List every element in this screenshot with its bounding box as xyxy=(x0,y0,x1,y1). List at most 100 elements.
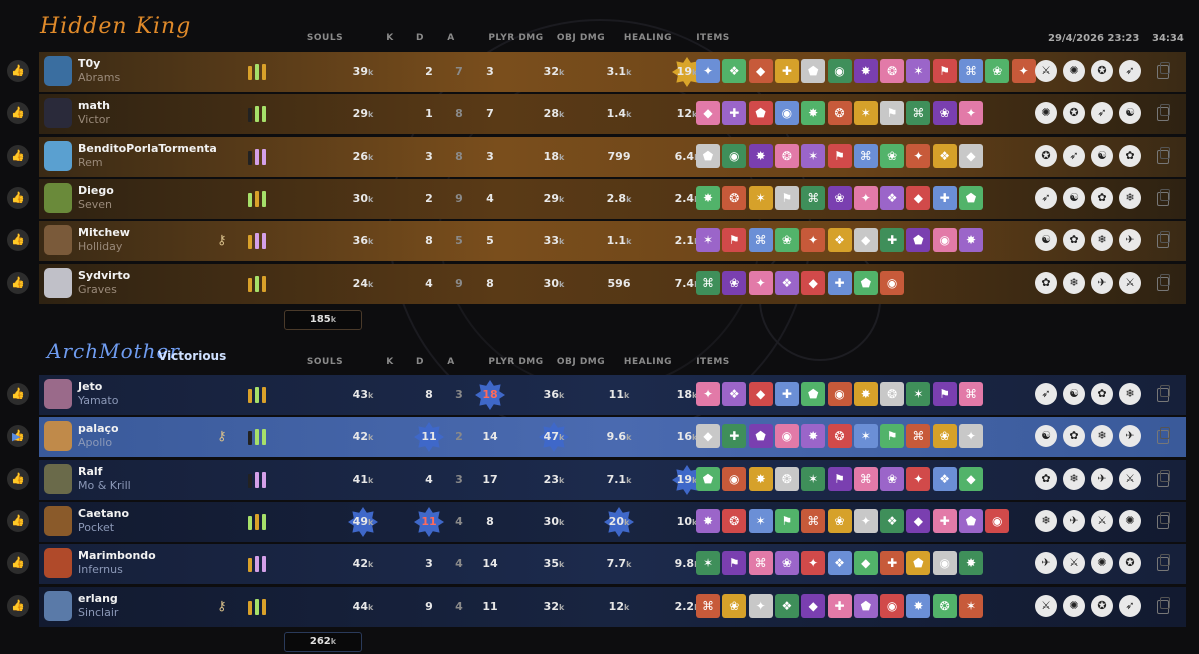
item-slot-icon[interactable]: ✸ xyxy=(959,551,983,576)
player-name[interactable]: Diego xyxy=(78,184,114,197)
player-row[interactable]: 👍MarimbondoInfernus42k341435k7.7k9.8k✶⚑⌘… xyxy=(7,544,1186,585)
item-slot-icon[interactable]: ✦ xyxy=(959,424,983,449)
item-slot-icon[interactable]: ✦ xyxy=(1011,59,1036,83)
item-slot-icon[interactable]: ❖ xyxy=(880,185,905,210)
item-slot-icon[interactable]: ◉ xyxy=(985,508,1010,533)
ability-icon[interactable]: ❄ xyxy=(1119,186,1141,209)
item-slot-icon[interactable]: ✦ xyxy=(853,508,878,533)
ability-icon[interactable]: ➶ xyxy=(1119,594,1141,617)
ability-icon[interactable]: ❄ xyxy=(1091,229,1113,252)
item-slot-icon[interactable]: ❖ xyxy=(827,228,852,253)
item-slot-icon[interactable]: ✸ xyxy=(696,185,720,210)
item-slot-icon[interactable]: ❀ xyxy=(985,59,1010,83)
item-slot-icon[interactable]: ⬟ xyxy=(959,185,983,210)
player-name[interactable]: Sydvirto xyxy=(78,269,130,282)
copy-icon[interactable] xyxy=(1157,596,1170,614)
item-slot-icon[interactable]: ◆ xyxy=(696,424,720,449)
player-name[interactable]: Mitchew xyxy=(78,226,130,239)
ability-icon[interactable]: ✈ xyxy=(1091,467,1113,490)
ability-icon[interactable]: ☯ xyxy=(1035,425,1057,448)
item-slot-icon[interactable]: ✸ xyxy=(801,424,826,449)
item-slot-icon[interactable]: ❖ xyxy=(827,551,852,576)
item-slot-icon[interactable]: ⬟ xyxy=(748,424,773,449)
item-slot-icon[interactable]: ❂ xyxy=(827,424,852,449)
ability-icon[interactable]: ✿ xyxy=(1063,229,1085,252)
copy-icon[interactable] xyxy=(1157,511,1170,529)
item-slot-icon[interactable]: ⌘ xyxy=(906,101,931,126)
ability-icon[interactable]: ➶ xyxy=(1091,102,1113,125)
item-slot-icon[interactable]: ◆ xyxy=(696,101,720,126)
item-slot-icon[interactable]: ◉ xyxy=(880,270,905,295)
ability-icon[interactable]: ☯ xyxy=(1091,144,1113,167)
item-slot-icon[interactable]: ❀ xyxy=(880,143,905,168)
player-row[interactable]: 👍 ▶ palaço Apollo ⚷ 42k 11 2 14 47k 9.6k 16k ◆ ✚ ⬟ ◉ ✸ ❂ ✶… xyxy=(7,417,1186,458)
item-slot-icon[interactable]: ✚ xyxy=(774,59,799,83)
ability-icon[interactable]: ⚔ xyxy=(1035,60,1057,82)
player-row[interactable]: 👍BenditoPorlaTormentaRem26k38318k7996.4k… xyxy=(7,136,1186,177)
item-slot-icon[interactable]: ⌘ xyxy=(696,593,720,618)
item-slot-icon[interactable]: ❀ xyxy=(722,270,747,295)
item-slot-icon[interactable]: ⚑ xyxy=(880,424,905,449)
ability-icon[interactable]: ☯ xyxy=(1119,102,1141,125)
ability-icon[interactable]: ➶ xyxy=(1035,186,1057,209)
ability-icon[interactable]: ✪ xyxy=(1119,552,1141,575)
ability-icon[interactable]: ✺ xyxy=(1063,594,1085,617)
item-slot-icon[interactable]: ✚ xyxy=(722,424,747,449)
item-slot-icon[interactable]: ✦ xyxy=(696,59,720,83)
item-slot-icon[interactable]: ⬟ xyxy=(853,593,878,618)
item-slot-icon[interactable]: ❀ xyxy=(774,551,799,576)
item-slot-icon[interactable]: ❂ xyxy=(774,143,799,168)
ability-icon[interactable]: ✈ xyxy=(1035,552,1057,575)
ability-icon[interactable]: ✿ xyxy=(1063,425,1085,448)
ability-icon[interactable]: ☯ xyxy=(1035,229,1057,252)
item-slot-icon[interactable]: ◆ xyxy=(801,270,826,295)
item-slot-icon[interactable]: ⚑ xyxy=(774,508,799,533)
thumbs-up-button[interactable]: 👍 xyxy=(7,383,29,405)
ability-icon[interactable]: ❄ xyxy=(1063,271,1085,294)
item-slot-icon[interactable]: ❂ xyxy=(827,101,852,126)
item-slot-icon[interactable]: ✚ xyxy=(827,270,852,295)
item-slot-icon[interactable]: ⬟ xyxy=(748,101,773,126)
copy-icon[interactable] xyxy=(1157,62,1170,79)
item-slot-icon[interactable]: ✸ xyxy=(853,382,878,406)
item-slot-icon[interactable]: ✸ xyxy=(748,143,773,168)
item-slot-icon[interactable]: ✶ xyxy=(801,143,826,168)
ability-icon[interactable]: ✈ xyxy=(1119,425,1141,448)
ability-icon[interactable]: ❄ xyxy=(1063,467,1085,490)
item-slot-icon[interactable]: ◉ xyxy=(932,551,957,576)
item-slot-icon[interactable]: ✦ xyxy=(748,593,773,618)
item-slot-icon[interactable]: ⬟ xyxy=(853,270,878,295)
item-slot-icon[interactable]: ✶ xyxy=(748,508,773,533)
item-slot-icon[interactable]: ✶ xyxy=(959,593,983,618)
item-slot-icon[interactable]: ❂ xyxy=(722,508,747,533)
ability-icon[interactable]: ✪ xyxy=(1091,594,1113,617)
player-name[interactable]: palaço xyxy=(78,422,119,435)
ability-icon[interactable]: ✺ xyxy=(1119,509,1141,532)
player-row[interactable]: 👍 Ralf Mo & Krill 41k 4 3 17 23k 7.1k 19k ⬟ ◉ ✸ ❂ ✶ ⚑ ⌘ ❀… xyxy=(7,459,1186,500)
item-slot-icon[interactable]: ⚑ xyxy=(722,228,747,253)
item-slot-icon[interactable]: ◉ xyxy=(722,143,747,168)
item-slot-icon[interactable]: ✦ xyxy=(696,382,720,406)
item-slot-icon[interactable]: ⌘ xyxy=(906,424,931,449)
copy-icon[interactable] xyxy=(1157,385,1170,402)
item-slot-icon[interactable]: ⬟ xyxy=(696,143,720,168)
ability-icon[interactable]: ✺ xyxy=(1063,60,1085,82)
item-slot-icon[interactable]: ❂ xyxy=(880,382,905,406)
item-slot-icon[interactable]: ⌘ xyxy=(801,508,826,533)
item-slot-icon[interactable]: ❀ xyxy=(827,185,852,210)
item-slot-icon[interactable]: ✚ xyxy=(774,382,799,406)
item-slot-icon[interactable]: ❂ xyxy=(774,466,799,491)
item-slot-icon[interactable]: ⌘ xyxy=(853,466,878,491)
player-name[interactable]: Caetano xyxy=(78,507,129,520)
item-slot-icon[interactable]: ◆ xyxy=(906,508,931,533)
item-slot-icon[interactable]: ❀ xyxy=(827,508,852,533)
copy-icon[interactable] xyxy=(1157,188,1170,206)
item-slot-icon[interactable]: ✚ xyxy=(827,593,852,618)
item-slot-icon[interactable]: ❂ xyxy=(722,185,747,210)
item-slot-icon[interactable]: ❖ xyxy=(722,59,747,83)
item-slot-icon[interactable]: ✸ xyxy=(801,101,826,126)
item-slot-icon[interactable]: ❖ xyxy=(932,466,957,491)
thumbs-up-button[interactable]: 👍 xyxy=(7,594,29,617)
player-row[interactable]: 👍 Jeto Yamato 43k 8 3 18 36k 11k 18k ✦ ❖ ◆ ✚ ⬟ ◉ ✸ ❂ ✶ ⚑ ⌘ ➶ ☯… xyxy=(7,375,1186,415)
item-slot-icon[interactable]: ◉ xyxy=(827,59,852,83)
